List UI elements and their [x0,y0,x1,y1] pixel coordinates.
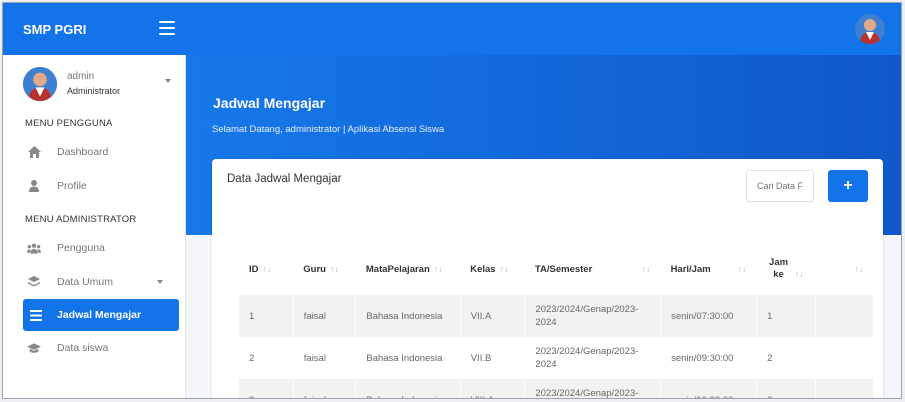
cell-kelas: VII.A [460,295,526,337]
user-role: Administrator [67,86,121,96]
avatar [23,67,57,101]
sidebar-item-data-umum[interactable]: Data Umum [3,265,185,299]
table-row: 2 faisal Bahasa Indonesia VII.B 2023/202… [239,337,874,379]
cell-guru: faisal [293,379,357,398]
sidebar: admin Administrator MENU PENGGUNA Dashbo… [3,55,186,398]
add-button[interactable]: + [828,170,868,202]
sort-icon: ↑↓ [641,263,651,274]
cell-guru: faisal [293,337,357,379]
table-header-row: ID ↑↓ Guru ↑↓ MataPelajaran ↑↓ Kelas ↑↓ TA/S… [239,243,874,295]
chevron-down-icon [157,280,163,284]
column-header-kelas[interactable]: Kelas ↑↓ [460,243,525,295]
home-icon [27,145,41,159]
sort-icon: ↑↓ [737,263,747,274]
column-header-mata-pelajaran[interactable]: MataPelajaran ↑↓ [356,243,460,295]
avatar[interactable] [855,14,885,44]
table-row: 1 faisal Bahasa Indonesia VII.A 2023/202… [239,295,874,337]
page-title: Jadwal Mengajar [213,95,326,111]
column-header-guru[interactable]: Guru ↑↓ [293,243,356,295]
sidebar-item-data-siswa[interactable]: Data siswa [3,331,185,365]
section-heading: MENU ADMINISTRATOR [25,214,137,225]
cell-action [815,295,874,337]
cell-hari-jam: senin/09:30:00 [660,337,758,379]
users-icon [27,241,41,255]
menu-toggle-icon[interactable] [159,21,175,35]
cell-mata-pelajaran: Bahasa Indonesia [355,295,461,337]
cell-hari-jam: senin/10:30:00 [660,379,758,398]
user-name: admin [67,71,95,82]
sort-icon: ↑↓ [433,263,443,274]
sidebar-item-profile[interactable]: Profile [3,169,185,203]
sidebar-item-label: Data siswa [57,342,109,354]
cell-kelas: VII.B [460,337,526,379]
schedule-table: ID ↑↓ Guru ↑↓ MataPelajaran ↑↓ Kelas ↑↓ TA/S… [239,243,874,398]
table-row: 3 faisal Bahasa Indonesia VIII.A 2023/20… [239,379,874,398]
column-header-jam-ke[interactable]: Jam ke ↑↓ [757,243,815,295]
sort-icon: ↑↓ [499,263,509,274]
list-icon [29,308,43,322]
cell-mata-pelajaran: Bahasa Indonesia [355,379,461,398]
section-heading: MENU PENGGUNA [25,118,113,129]
cell-id: 2 [239,337,294,379]
chevron-down-icon[interactable] [165,79,171,83]
app-window: SMP PGRI admin Administrator MENU PENGGU… [2,2,902,399]
cell-ta-semester: 2023/2024/Genap/2023-2024 [524,337,662,379]
cell-mata-pelajaran: Bahasa Indonesia [355,337,461,379]
sidebar-item-pengguna[interactable]: Pengguna [3,231,185,265]
column-header-ta-semester[interactable]: TA/Semester ↑↓ [525,243,661,295]
data-card: Data Jadwal Mengajar + ID↑↓ Guru↑↓ MataP… [212,159,883,398]
cell-jam-ke: 1 [756,295,816,337]
cell-jam-ke: 3 [756,379,816,398]
sort-icon: ↑↓ [854,264,864,274]
top-navbar: SMP PGRI [3,3,901,55]
sidebar-item-label: Dashboard [57,146,109,158]
sidebar-item-label: Profile [57,180,87,192]
column-header-hari-jam[interactable]: Hari/Jam ↑↓ [661,243,757,295]
cell-ta-semester: 2023/2024/Genap/2023-2024 [524,379,662,398]
column-header-id[interactable]: ID ↑↓ [239,243,293,295]
cell-ta-semester: 2023/2024/Genap/2023-2024 [524,295,662,337]
user-panel[interactable]: admin Administrator [3,55,185,113]
sidebar-item-label: Pengguna [57,242,105,254]
cell-hari-jam: senin/07:30:00 [660,295,758,337]
sort-icon: ↑↓ [262,263,272,274]
cell-action [815,379,874,398]
column-header-action[interactable]: ↑↓ [815,243,874,295]
sidebar-item-dashboard[interactable]: Dashboard [3,135,185,169]
sidebar-item-label: Data Umum [57,276,114,288]
sort-icon: ↑↓ [794,269,804,279]
welcome-text: Selamat Datang, administrator | Aplikasi… [212,124,445,135]
card-title: Data Jadwal Mengajar [227,173,342,185]
cell-jam-ke: 2 [756,337,816,379]
cell-id: 3 [239,379,294,398]
layers-icon [27,275,41,289]
graduation-cap-icon [27,341,41,355]
search-input[interactable] [746,170,814,202]
user-icon [27,179,41,193]
cell-id: 1 [239,295,294,337]
sort-icon: ↑↓ [329,263,339,274]
sidebar-item-jadwal-mengajar[interactable]: Jadwal Mengajar [23,299,179,331]
sidebar-item-label: Jadwal Mengajar [57,309,142,321]
cell-action [815,337,874,379]
cell-kelas: VIII.A [460,379,526,398]
cell-guru: faisal [293,295,357,337]
